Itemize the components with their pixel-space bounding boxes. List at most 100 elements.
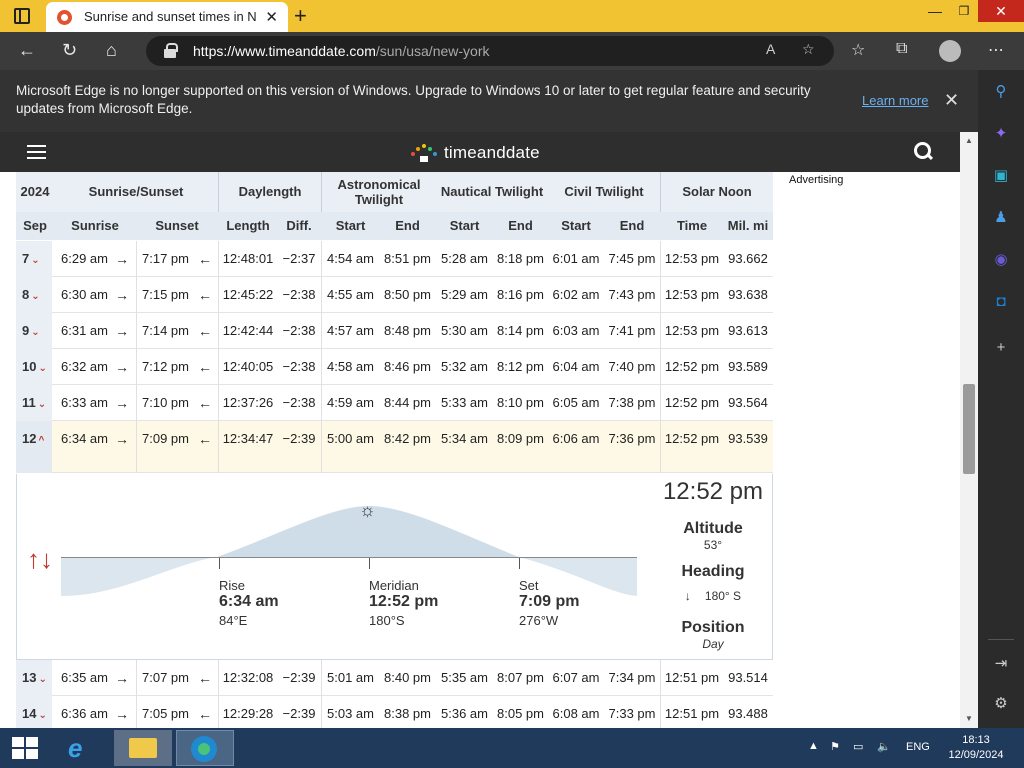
chevron-down-icon[interactable]: ⌄ — [38, 710, 46, 721]
address-bar[interactable]: https://www.timeanddate.com/sun/usa/new-… — [146, 36, 834, 66]
site-search-icon[interactable] — [914, 142, 931, 159]
sunrise-direction-icon: → — [115, 251, 129, 267]
scroll-up-icon[interactable]: ▲ — [965, 136, 973, 145]
restore-button[interactable]: ❐ — [950, 0, 978, 22]
chevron-down-icon[interactable]: ⌄ — [31, 327, 39, 338]
volume-muted-icon[interactable]: 🔈 — [877, 740, 891, 753]
more-options-icon[interactable]: ⋯ — [988, 40, 1004, 60]
games-icon[interactable]: ◉ — [991, 250, 1011, 270]
network-icon[interactable]: ▭ — [853, 740, 863, 753]
noon-dist-header: Mil. mi — [727, 218, 769, 233]
tab-actions-icon[interactable] — [14, 8, 30, 24]
file-explorer-icon[interactable] — [114, 730, 172, 766]
start-button[interactable] — [12, 737, 38, 759]
outlook-icon[interactable]: ◘ — [991, 292, 1011, 312]
back-icon[interactable]: ← — [18, 40, 36, 61]
scroll-down-icon[interactable]: ▼ — [965, 714, 973, 723]
chevron-down-icon[interactable]: ⌄ — [38, 674, 46, 685]
table-row[interactable]: 10 ⌄ 6:32 am → 7:12 pm ← 12:40:05 −2:38 4:58 am 8… — [16, 349, 773, 385]
search-icon[interactable]: ⚲ — [991, 82, 1011, 102]
table-row[interactable]: 13 ⌄ 6:35 am → 7:07 pm ← 12:32:08 −2:39 5:01 am 8… — [16, 660, 773, 696]
horizon-line — [61, 557, 637, 558]
chevron-down-icon[interactable]: ⌄ — [38, 399, 46, 410]
collections-icon[interactable]: ⧉ — [896, 40, 907, 58]
hide-sidebar-icon[interactable]: ⇥ — [991, 654, 1011, 674]
cell-astro-end: 8:51 pm — [379, 241, 436, 277]
diff-value: −2:38 — [282, 323, 316, 338]
page-scrollbar[interactable]: ▲ ▼ — [960, 132, 978, 728]
table-row[interactable]: 11 ⌄ 6:33 am → 7:10 pm ← 12:37:26 −2:38 4:59 am 8… — [16, 385, 773, 421]
table-row[interactable]: 12 ^ 6:34 am → 7:09 pm ← 12:34:47 −2:39 5:00 am 8… — [16, 421, 773, 473]
add-favorite-icon[interactable]: ☆ — [802, 41, 815, 58]
cell-diff: −2:39 — [277, 421, 321, 457]
chevron-down-icon[interactable]: ⌄ — [31, 255, 39, 266]
close-infobar-icon[interactable]: ✕ — [944, 90, 959, 111]
civil-start-value: 6:02 am — [552, 287, 600, 302]
profile-avatar[interactable] — [939, 40, 961, 62]
civil-end-value: 7:43 pm — [608, 287, 656, 302]
table-row[interactable]: 8 ⌄ 6:30 am → 7:15 pm ← 12:45:22 −2:38 4:55 am 8:… — [16, 277, 773, 313]
noon-value: 12:53 pm — [664, 287, 720, 302]
lock-icon[interactable] — [164, 43, 178, 58]
day-number[interactable]: 8 ⌄ — [16, 277, 52, 313]
cell-noon: 12:53 pm — [661, 277, 723, 313]
dist-value: 93.514 — [728, 670, 768, 685]
day-number[interactable]: 11 ⌄ — [16, 385, 52, 421]
url-text[interactable]: https://www.timeanddate.com/sun/usa/new-… — [193, 43, 489, 59]
menu-icon[interactable] — [27, 145, 46, 159]
edge-taskbar-icon[interactable] — [176, 730, 234, 766]
minimize-button[interactable]: — — [920, 0, 950, 22]
day-number[interactable]: 7 ⌄ — [16, 241, 52, 277]
new-tab-icon[interactable]: + — [294, 3, 307, 29]
close-window-button[interactable]: ✕ — [978, 0, 1024, 22]
table-row[interactable]: 9 ⌄ 6:31 am → 7:14 pm ← 12:42:44 −2:38 4:57 am 8:… — [16, 313, 773, 349]
learn-more-link[interactable]: Learn more — [862, 93, 928, 108]
day-number[interactable]: 9 ⌄ — [16, 313, 52, 349]
length-value: 12:34:47 — [222, 431, 274, 446]
sunrise-value: 6:30 am — [61, 287, 108, 302]
cell-naut-end: 8:12 pm — [493, 349, 548, 385]
noon-value: 12:53 pm — [664, 251, 720, 266]
home-icon[interactable]: ⌂ — [106, 40, 117, 61]
chevron-down-icon[interactable]: ⌄ — [31, 291, 39, 302]
action-center-icon[interactable]: ⚑ — [830, 740, 840, 753]
naut-end-value: 8:07 pm — [497, 670, 544, 685]
day-number[interactable]: 10 ⌄ — [16, 349, 52, 385]
day-number[interactable]: 12 ^ — [16, 421, 52, 473]
naut-end-header: End — [508, 218, 533, 233]
settings-gear-icon[interactable]: ⚙ — [991, 694, 1011, 714]
current-noon-time: 12:52 pm — [662, 478, 764, 505]
length-value: 12:42:44 — [222, 323, 274, 338]
sunrise-value: 6:31 am — [61, 323, 108, 338]
table-row[interactable]: 14 ⌄ 6:36 am → 7:05 pm ← 12:29:28 −2:39 5:03 am 8… — [16, 696, 773, 732]
copilot-icon[interactable]: ✦ — [991, 124, 1011, 144]
naut-end-value: 8:09 pm — [497, 431, 544, 446]
length-value: 12:40:05 — [222, 359, 274, 374]
table-row[interactable]: 7 ⌄ 6:29 am → 7:17 pm ← 12:48:01 −2:37 4:54 am 8:… — [16, 241, 773, 277]
navigation-bar: ← ↻ ⌂ https://www.timeanddate.com/sun/us… — [0, 32, 1024, 70]
scrollbar-thumb[interactable] — [963, 384, 975, 474]
show-hidden-icons[interactable]: ▲ — [808, 740, 819, 752]
cell-sunset: 7:12 pm ← — [142, 349, 212, 385]
close-tab-icon[interactable]: ✕ — [265, 8, 278, 26]
taskbar-clock[interactable]: 18:13 12/09/2024 — [946, 733, 1006, 763]
sunrise-direction-icon: → — [115, 323, 129, 339]
day-number[interactable]: 13 ⌄ — [16, 660, 52, 696]
chevron-down-icon[interactable]: ⌄ — [38, 363, 46, 374]
browser-tab[interactable]: Sunrise and sunset times in New York ✕ — [46, 2, 288, 32]
refresh-icon[interactable]: ↻ — [62, 40, 77, 61]
people-icon[interactable]: ♟ — [991, 208, 1011, 228]
internet-explorer-icon[interactable]: e — [52, 730, 110, 766]
favorites-icon[interactable]: ☆ — [851, 40, 865, 60]
day-number[interactable]: 14 ⌄ — [16, 696, 52, 732]
shopping-icon[interactable]: ▣ — [991, 166, 1011, 186]
astro-end-value: 8:44 pm — [384, 395, 431, 410]
read-aloud-icon[interactable]: A — [766, 41, 775, 57]
language-indicator[interactable]: ENG — [906, 741, 930, 753]
chevron-up-icon[interactable]: ^ — [38, 435, 44, 446]
diff-value: −2:38 — [282, 287, 316, 302]
add-sidebar-icon[interactable]: + — [991, 338, 1011, 358]
cell-sunrise: 6:35 am → — [61, 660, 131, 696]
civil-start-value: 6:05 am — [552, 395, 600, 410]
cell-civil-start: 6:04 am — [548, 349, 604, 385]
